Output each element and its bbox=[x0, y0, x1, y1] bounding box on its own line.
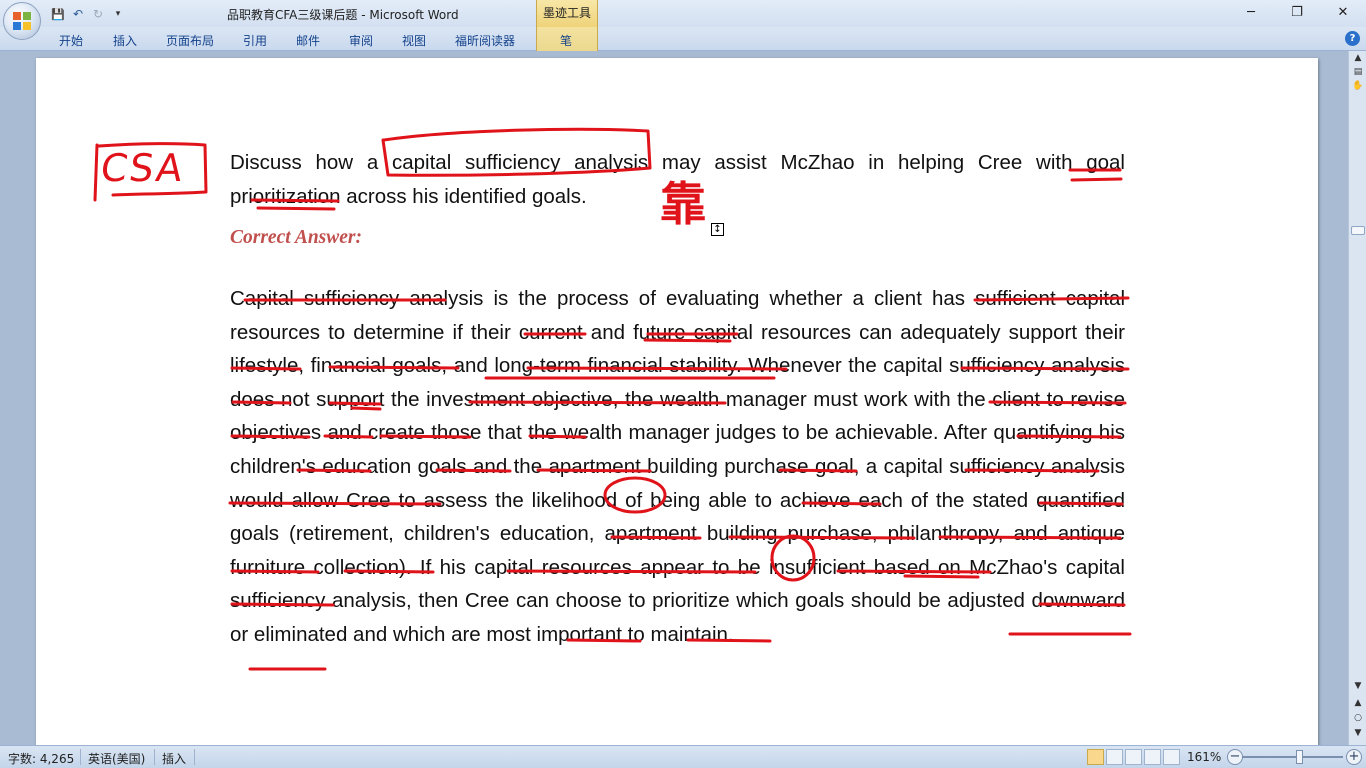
ink-csa-note: CSA bbox=[97, 146, 188, 190]
word-count[interactable]: 字数: 4,265 bbox=[8, 750, 74, 767]
tab-mailings[interactable]: 邮件 bbox=[296, 32, 320, 49]
zoom-slider-thumb[interactable] bbox=[1296, 750, 1303, 764]
zoom-out-button[interactable]: − bbox=[1227, 749, 1243, 765]
ink-chinese-character: 靠 bbox=[660, 177, 706, 231]
correct-answer-label[interactable]: Correct Answer: bbox=[230, 227, 362, 249]
tab-pen[interactable]: 笔 bbox=[560, 32, 572, 49]
scroll-thumb[interactable] bbox=[1351, 226, 1365, 235]
minimize-button[interactable]: ─ bbox=[1228, 0, 1274, 24]
browse-object-icon[interactable]: ○ bbox=[1351, 711, 1365, 725]
document-area: Discuss how a capital sufficiency analys… bbox=[0, 51, 1348, 745]
help-icon[interactable]: ? bbox=[1345, 31, 1360, 46]
insert-mode-indicator[interactable]: 插入 bbox=[162, 750, 186, 767]
scroll-up-icon[interactable]: ▲ bbox=[1351, 51, 1365, 65]
status-divider bbox=[194, 749, 195, 765]
window-controls: ─ ❐ ✕ bbox=[1228, 0, 1366, 27]
resize-cursor-icon: ↕ bbox=[711, 223, 724, 236]
web-layout-view-button[interactable] bbox=[1125, 749, 1142, 765]
ribbon-tab-bar: 开始 插入 页面布局 引用 邮件 审阅 视图 福昕阅读器 笔 ? bbox=[0, 27, 1366, 51]
tab-page-layout[interactable]: 页面布局 bbox=[166, 32, 214, 49]
language-indicator[interactable]: 英语(美国) bbox=[88, 750, 145, 767]
tab-view[interactable]: 视图 bbox=[402, 32, 426, 49]
zoom-slider-track[interactable] bbox=[1243, 756, 1343, 758]
status-divider bbox=[80, 749, 81, 765]
title-bar: 💾 ↶ ↻ ▾ 品职教育CFA三级课后题 - Microsoft Word 墨迹… bbox=[0, 0, 1366, 27]
document-page[interactable]: Discuss how a capital sufficiency analys… bbox=[36, 58, 1318, 745]
tab-home[interactable]: 开始 bbox=[59, 32, 83, 49]
office-logo-icon bbox=[13, 12, 31, 30]
customize-qat-icon[interactable]: ▾ bbox=[110, 6, 126, 22]
status-bar: 字数: 4,265 英语(美国) 插入 161% − + bbox=[0, 745, 1366, 768]
full-screen-reading-view-button[interactable] bbox=[1106, 749, 1123, 765]
print-layout-view-button[interactable] bbox=[1087, 749, 1104, 765]
answer-paragraph[interactable]: Capital sufficiency analysis is the proc… bbox=[230, 282, 1125, 652]
undo-icon[interactable]: ↶ bbox=[70, 6, 86, 22]
zoom-level[interactable]: 161% bbox=[1187, 750, 1221, 764]
restore-button[interactable]: ❐ bbox=[1274, 0, 1320, 24]
redo-icon[interactable]: ↻ bbox=[90, 6, 106, 22]
status-divider bbox=[154, 749, 155, 765]
vertical-scrollbar[interactable]: ▲ ▤ ✋ ▼ ▲ ○ ▼ bbox=[1348, 51, 1366, 745]
ruler-toggle-icon[interactable]: ▤ bbox=[1351, 65, 1365, 79]
tab-foxit-reader[interactable]: 福昕阅读器 bbox=[455, 32, 515, 49]
tab-review[interactable]: 审阅 bbox=[349, 32, 373, 49]
draft-view-button[interactable] bbox=[1163, 749, 1180, 765]
outline-view-button[interactable] bbox=[1144, 749, 1161, 765]
view-buttons bbox=[1087, 749, 1180, 765]
close-button[interactable]: ✕ bbox=[1320, 0, 1366, 24]
previous-page-icon[interactable]: ▲ bbox=[1351, 696, 1365, 710]
zoom-in-button[interactable]: + bbox=[1346, 749, 1362, 765]
office-button[interactable] bbox=[3, 2, 41, 40]
ink-tools-group-label: 墨迹工具 bbox=[536, 0, 598, 27]
scroll-down-icon[interactable]: ▼ bbox=[1351, 679, 1365, 693]
window-title: 品职教育CFA三级课后题 - Microsoft Word bbox=[227, 8, 459, 22]
quick-access-toolbar: 💾 ↶ ↻ ▾ bbox=[50, 5, 126, 23]
save-icon[interactable]: 💾 bbox=[50, 6, 66, 22]
tab-references[interactable]: 引用 bbox=[243, 32, 267, 49]
tab-insert[interactable]: 插入 bbox=[113, 32, 137, 49]
pan-icon[interactable]: ✋ bbox=[1351, 79, 1365, 93]
next-page-icon[interactable]: ▼ bbox=[1351, 726, 1365, 740]
